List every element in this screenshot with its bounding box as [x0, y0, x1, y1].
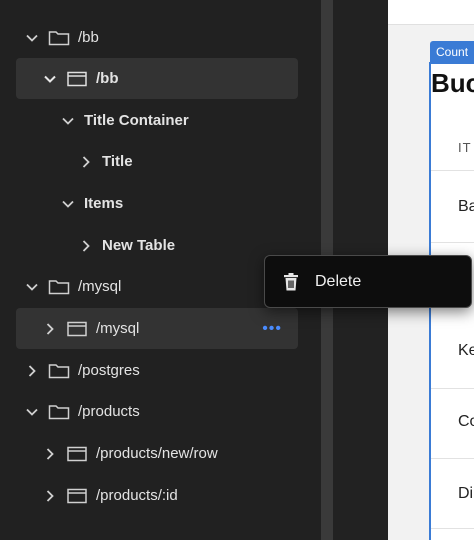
tree-component-title-container[interactable]: Title Container — [16, 100, 298, 141]
preview-title: Buc — [431, 68, 474, 98]
tree-component-items[interactable]: Items — [16, 183, 298, 224]
screen-icon — [66, 487, 88, 505]
context-menu-item-label: Delete — [315, 272, 362, 290]
trash-icon — [281, 272, 301, 292]
tree-folder-products[interactable]: /products — [16, 391, 298, 432]
tree-item-label: New Table — [102, 237, 176, 254]
tree-item-label: Items — [84, 195, 124, 212]
folder-icon — [48, 29, 70, 47]
tree-item-label: /postgres — [78, 362, 140, 379]
table-cell: Ba — [458, 198, 474, 215]
tree-component-title[interactable]: Title — [16, 141, 298, 182]
table-divider — [431, 242, 474, 243]
tree-screen-mysql[interactable]: /mysql ••• — [16, 308, 298, 349]
table-divider — [431, 170, 474, 171]
tree-screen-bb[interactable]: /bb — [16, 58, 298, 99]
tree-item-label: /products/new/row — [96, 445, 218, 462]
tree-item-label: /bb — [96, 70, 119, 87]
context-menu: Delete — [264, 255, 472, 308]
tree-folder-postgres[interactable]: /postgres — [16, 350, 298, 391]
chevron-right-icon[interactable] — [78, 238, 94, 254]
table-cell: Di — [458, 485, 474, 502]
table-divider — [431, 388, 474, 389]
chevron-right-icon[interactable] — [24, 363, 40, 379]
chevron-down-icon[interactable] — [60, 196, 76, 212]
tree-component-new-table[interactable]: New Table — [16, 225, 298, 266]
chevron-down-icon[interactable] — [42, 71, 58, 87]
folder-icon — [48, 278, 70, 296]
chevron-right-icon[interactable] — [42, 488, 58, 504]
chevron-right-icon[interactable] — [78, 154, 94, 170]
preview-top-bar — [388, 0, 474, 25]
table-divider — [431, 458, 474, 459]
tree-item-label: Title Container — [84, 112, 189, 129]
chevron-down-icon[interactable] — [24, 279, 40, 295]
component-tag: Count — [430, 41, 474, 63]
tree-item-label: /bb — [78, 29, 99, 46]
chevron-down-icon[interactable] — [24, 404, 40, 420]
screen-icon — [66, 70, 88, 88]
table-cell: Co — [458, 413, 474, 430]
table-cell: Ke — [458, 342, 474, 359]
chevron-down-icon[interactable] — [24, 30, 40, 46]
folder-icon — [48, 362, 70, 380]
tree-item-label: Title — [102, 153, 133, 170]
chevron-right-icon[interactable] — [42, 321, 58, 337]
tree-item-label: /products — [78, 403, 140, 420]
tree-screen-products-id[interactable]: /products/:id — [16, 475, 298, 516]
context-menu-item-delete[interactable]: Delete — [281, 272, 361, 292]
screen-icon — [66, 445, 88, 463]
tree-item-label: /mysql — [78, 278, 122, 295]
folder-icon — [48, 403, 70, 421]
tree-item-label: /mysql — [96, 320, 140, 337]
tree-folder-bb[interactable]: /bb — [16, 17, 298, 58]
tree-screen-products-new-row[interactable]: /products/new/row — [16, 433, 298, 474]
tree-folder-mysql[interactable]: /mysql — [16, 266, 298, 307]
table-divider — [431, 528, 474, 529]
more-options-icon[interactable]: ••• — [262, 320, 282, 338]
tree-item-label: /products/:id — [96, 487, 178, 504]
chevron-right-icon[interactable] — [42, 446, 58, 462]
screen-icon — [66, 320, 88, 338]
chevron-down-icon[interactable] — [60, 113, 76, 129]
table-column-header: IT — [458, 140, 472, 155]
